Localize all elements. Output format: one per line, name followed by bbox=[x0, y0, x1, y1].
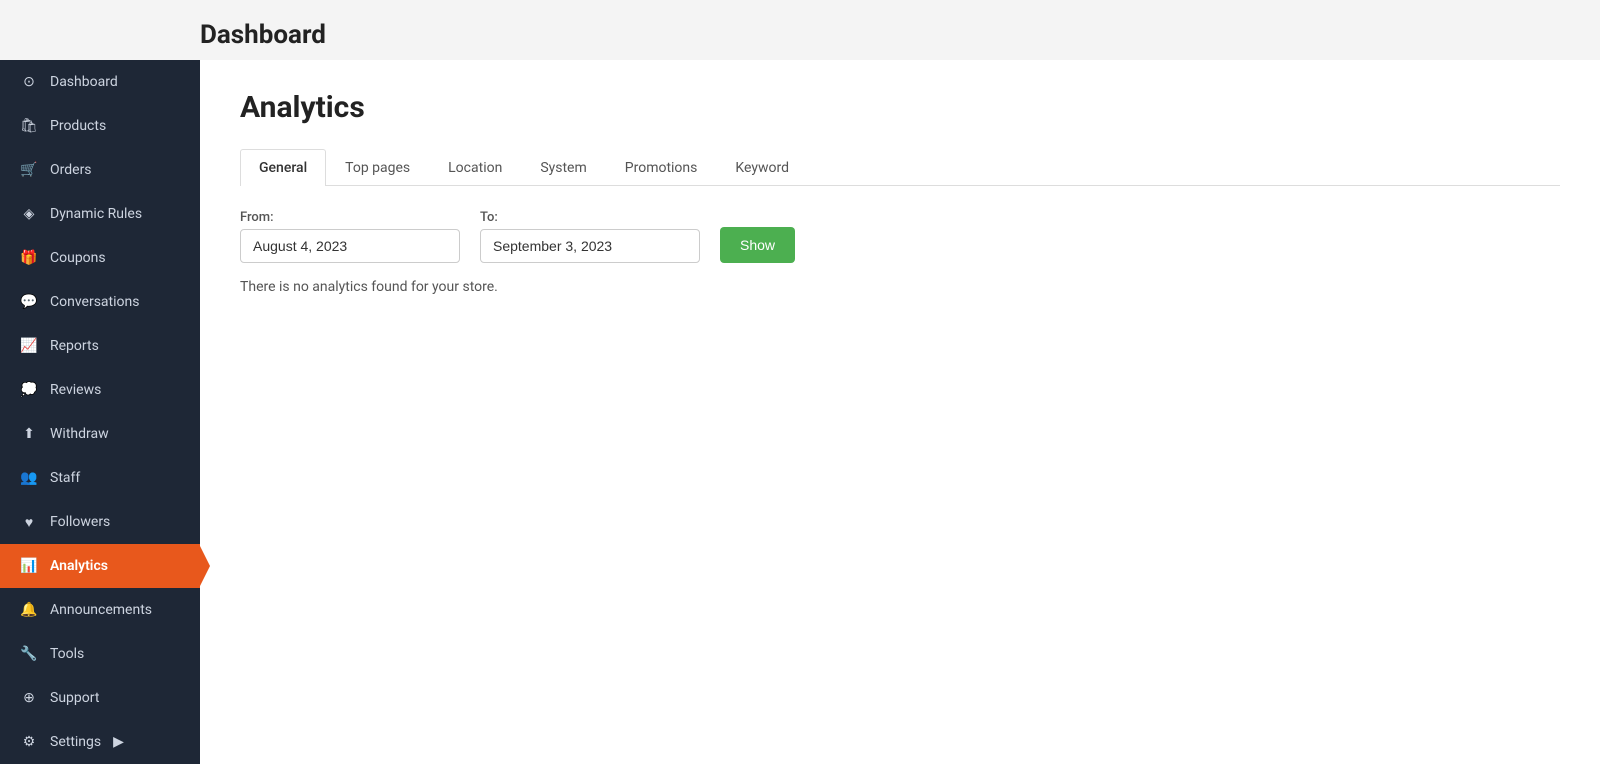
analytics-tabs: GeneralTop pagesLocationSystemPromotions… bbox=[240, 149, 1560, 186]
products-icon: 🛍 bbox=[20, 117, 38, 135]
followers-icon: ♥ bbox=[20, 513, 38, 531]
sidebar-item-conversations[interactable]: 💬 Conversations bbox=[0, 280, 200, 324]
tab-promotions[interactable]: Promotions bbox=[606, 149, 717, 186]
sidebar-item-orders[interactable]: 🛒 Orders bbox=[0, 148, 200, 192]
tab-keyword[interactable]: Keyword bbox=[716, 149, 808, 186]
sidebar-item-announcements[interactable]: 🔔 Announcements bbox=[0, 588, 200, 632]
sidebar-label-support: Support bbox=[50, 690, 99, 706]
sidebar-item-coupons[interactable]: 🎁 Coupons bbox=[0, 236, 200, 280]
settings-icon: ⚙ bbox=[20, 733, 38, 751]
from-label: From: bbox=[240, 210, 460, 225]
sidebar-item-reports[interactable]: 📈 Reports bbox=[0, 324, 200, 368]
dashboard-icon: ⊙ bbox=[20, 73, 38, 91]
sidebar-label-announcements: Announcements bbox=[50, 602, 152, 618]
sidebar-item-withdraw[interactable]: ⬆ Withdraw bbox=[0, 412, 200, 456]
to-label: To: bbox=[480, 210, 700, 225]
sidebar-label-withdraw: Withdraw bbox=[50, 426, 109, 442]
layout: ⊙ Dashboard 🛍 Products 🛒 Orders ◈ Dynamic Rules… bbox=[0, 60, 1600, 764]
staff-icon: 👥 bbox=[20, 469, 38, 487]
sidebar-item-tools[interactable]: 🔧 Tools bbox=[0, 632, 200, 676]
tab-system[interactable]: System bbox=[521, 149, 605, 186]
no-data-message: There is no analytics found for your sto… bbox=[240, 279, 1560, 295]
main-content: Analytics GeneralTop pagesLocationSystem… bbox=[200, 60, 1600, 764]
settings-chevron-icon: ▶ bbox=[113, 734, 124, 750]
sidebar-label-analytics: Analytics bbox=[50, 558, 108, 574]
tab-top-pages[interactable]: Top pages bbox=[326, 149, 429, 186]
sidebar-label-followers: Followers bbox=[50, 514, 110, 530]
to-field: To: bbox=[480, 210, 700, 263]
sidebar-item-followers[interactable]: ♥ Followers bbox=[0, 500, 200, 544]
reviews-icon: 💭 bbox=[20, 381, 38, 399]
page-header: Dashboard bbox=[0, 0, 1600, 60]
announcements-icon: 🔔 bbox=[20, 601, 38, 619]
sidebar-item-dynamic-rules[interactable]: ◈ Dynamic Rules bbox=[0, 192, 200, 236]
sidebar-label-dashboard: Dashboard bbox=[50, 74, 118, 90]
sidebar-label-coupons: Coupons bbox=[50, 250, 106, 266]
from-input[interactable] bbox=[240, 229, 460, 263]
sidebar-label-staff: Staff bbox=[50, 470, 80, 486]
sidebar-label-conversations: Conversations bbox=[50, 294, 139, 310]
sidebar-item-reviews[interactable]: 💭 Reviews bbox=[0, 368, 200, 412]
conversations-icon: 💬 bbox=[20, 293, 38, 311]
sidebar-item-products[interactable]: 🛍 Products bbox=[0, 104, 200, 148]
sidebar: ⊙ Dashboard 🛍 Products 🛒 Orders ◈ Dynamic Rules… bbox=[0, 60, 200, 764]
tools-icon: 🔧 bbox=[20, 645, 38, 663]
date-row: From: To: Show bbox=[240, 210, 1560, 263]
sidebar-item-staff[interactable]: 👥 Staff bbox=[0, 456, 200, 500]
orders-icon: 🛒 bbox=[20, 161, 38, 179]
from-field: From: bbox=[240, 210, 460, 263]
dynamic-rules-icon: ◈ bbox=[20, 205, 38, 223]
reports-icon: 📈 bbox=[20, 337, 38, 355]
sidebar-item-analytics[interactable]: 📊 Analytics bbox=[0, 544, 200, 588]
to-input[interactable] bbox=[480, 229, 700, 263]
show-button[interactable]: Show bbox=[720, 227, 795, 263]
sidebar-label-reviews: Reviews bbox=[50, 382, 101, 398]
support-icon: ⊕ bbox=[20, 689, 38, 707]
sidebar-item-dashboard[interactable]: ⊙ Dashboard bbox=[0, 60, 200, 104]
tab-location[interactable]: Location bbox=[429, 149, 521, 186]
sidebar-label-tools: Tools bbox=[50, 646, 84, 662]
sidebar-label-settings: Settings bbox=[50, 734, 101, 750]
sidebar-item-support[interactable]: ⊕ Support bbox=[0, 676, 200, 720]
coupons-icon: 🎁 bbox=[20, 249, 38, 267]
sidebar-label-products: Products bbox=[50, 118, 106, 134]
page-header-title: Dashboard bbox=[200, 20, 1560, 50]
sidebar-label-dynamic-rules: Dynamic Rules bbox=[50, 206, 142, 222]
analytics-page-title: Analytics bbox=[240, 90, 1560, 125]
sidebar-label-reports: Reports bbox=[50, 338, 99, 354]
date-range: From: To: Show bbox=[240, 210, 1560, 263]
sidebar-item-settings[interactable]: ⚙ Settings ▶ bbox=[0, 720, 200, 764]
withdraw-icon: ⬆ bbox=[20, 425, 38, 443]
analytics-icon: 📊 bbox=[20, 557, 38, 575]
tab-general[interactable]: General bbox=[240, 149, 326, 186]
sidebar-label-orders: Orders bbox=[50, 162, 92, 178]
